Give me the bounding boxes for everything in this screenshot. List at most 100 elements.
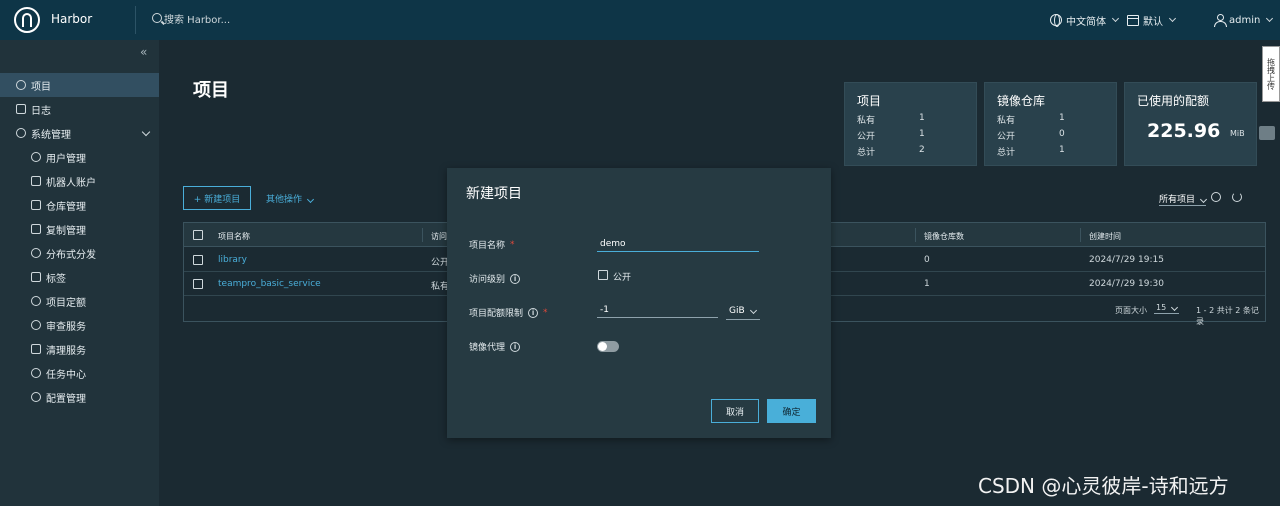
stat-row: 私有 1 [997,113,1097,126]
cleanup-icon [31,344,41,354]
project-name-link[interactable]: library [218,255,247,265]
project-filter-dropdown[interactable]: 所有项目 [1159,192,1207,206]
field-label: 访问级别 [469,275,506,285]
page-size-value: 15 [1156,303,1167,312]
proxy-cache-label: 镜像代理 i [469,340,521,353]
access-level-label: 访问级别 i [469,272,521,285]
datetime-format-selector[interactable]: 默认 [1127,12,1177,28]
field-label: 项目名称 [469,241,506,251]
row-checkbox[interactable] [193,279,203,289]
chevron-down-icon [306,195,314,204]
sidebar-item-project-quotas[interactable]: 项目定额 [0,289,159,313]
stat-key: 私有 [997,116,1016,126]
user-menu[interactable]: admin [1214,12,1274,28]
language-selector[interactable]: 中文简体 [1050,12,1120,28]
column-divider [915,228,916,242]
search-input[interactable] [164,12,344,28]
sidebar-item-cleanup[interactable]: 清理服务 [0,337,159,361]
stat-value: 1 [1059,113,1065,123]
column-header-name[interactable]: 项目名称 [218,231,250,242]
sidebar-item-users[interactable]: 用户管理 [0,145,159,169]
admin-icon [16,128,26,138]
sidebar-item-label: 任务中心 [46,369,86,381]
sidebar-item-labels[interactable]: 标签 [0,265,159,289]
stat-value: 1 [1059,145,1065,155]
side-upload-tab[interactable]: 拖拽上传 [1262,46,1280,102]
stat-key: 公开 [857,132,876,142]
sidebar-item-label: 审查服务 [46,321,86,333]
sidebar-item-logs[interactable]: 日志 [0,97,159,121]
column-header-created[interactable]: 创建时间 [1089,231,1121,242]
creation-time: 2024/7/29 19:30 [1089,279,1164,289]
page-size-select[interactable]: 15 [1154,303,1179,314]
side-widget-icon[interactable] [1259,126,1275,140]
stat-value: 0 [1059,129,1065,139]
sidebar-item-robot-accounts[interactable]: 机器人账户 [0,169,159,193]
public-checkbox[interactable] [598,270,608,280]
collapse-sidebar-icon[interactable]: « [140,45,147,59]
users-icon [31,152,41,162]
sidebar-item-label: 清理服务 [46,345,86,357]
search-icon [152,13,162,23]
sidebar-item-replications[interactable]: 复制管理 [0,217,159,241]
row-checkbox[interactable] [193,255,203,265]
calendar-icon [1127,14,1139,26]
globe-icon [1050,14,1062,27]
brand-name[interactable]: Harbor [51,12,92,26]
new-project-button[interactable]: + 新建项目 [183,186,251,210]
top-nav: Harbor 中文简体 默认 admin [0,0,1280,40]
chevron-down-icon [1266,14,1274,23]
project-filter-label: 所有项目 [1159,195,1196,205]
chevron-down-icon [1199,195,1207,204]
project-name-link[interactable]: teampro_basic_service [218,279,321,289]
header-divider [135,6,136,34]
info-icon[interactable]: i [510,273,521,284]
proxy-cache-toggle[interactable] [597,341,619,352]
user-name: admin [1229,14,1261,26]
robot-icon [31,176,41,186]
field-label: 镜像代理 [469,343,506,353]
stat-row: 总计 2 [857,145,957,158]
required-marker: * [510,239,515,250]
chevron-down-icon [141,127,151,137]
chevron-down-icon [1168,14,1177,23]
stat-key: 总计 [997,148,1016,158]
sidebar-item-registries[interactable]: 仓库管理 [0,193,159,217]
config-icon [31,392,41,402]
project-name-input[interactable] [597,236,759,252]
cancel-button[interactable]: 取消 [711,399,759,423]
sidebar-item-job-service[interactable]: 任务中心 [0,361,159,385]
tag-icon [31,272,41,282]
column-divider [422,228,423,242]
refresh-icon[interactable] [1232,192,1242,202]
stat-value: 1 [919,113,925,123]
project-name-label: 项目名称 * [469,238,515,252]
select-all-checkbox[interactable] [193,230,203,240]
page-title: 项目 [193,80,229,101]
sidebar-item-projects[interactable]: 项目 [0,73,159,97]
info-icon[interactable]: i [528,307,539,318]
quota-unit-select[interactable]: GiB [726,304,760,320]
column-header-repo-count[interactable]: 镜像仓库数 [924,231,964,242]
sidebar-item-label: 项目 [31,81,51,93]
projects-icon [16,80,26,90]
projects-stat-card: 项目 私有 1 公开 1 总计 2 [844,82,977,166]
quota-limit-input[interactable] [597,302,718,318]
sidebar-item-configuration[interactable]: 配置管理 [0,385,159,409]
sidebar-item-distributions[interactable]: 分布式分发 [0,241,159,265]
sidebar-item-scanners[interactable]: 审查服务 [0,313,159,337]
language-label: 中文简体 [1066,16,1106,28]
public-checkbox-label[interactable]: 公开 [613,270,631,283]
confirm-button[interactable]: 确定 [767,399,816,423]
sidebar-item-admin[interactable]: 系统管理 [0,121,159,145]
sidebar-item-label: 用户管理 [46,153,86,165]
scanner-icon [31,320,41,330]
stat-row: 公开 1 [857,129,957,142]
creation-time: 2024/7/29 19:15 [1089,255,1164,265]
info-icon[interactable]: i [510,341,521,352]
field-label: 项目配额限制 [469,309,524,319]
harbor-logo-icon[interactable] [14,7,40,33]
more-actions-dropdown[interactable]: 其他操作 [266,192,314,205]
page-size-label: 页面大小 [1115,306,1147,315]
search-icon[interactable] [1211,192,1221,202]
